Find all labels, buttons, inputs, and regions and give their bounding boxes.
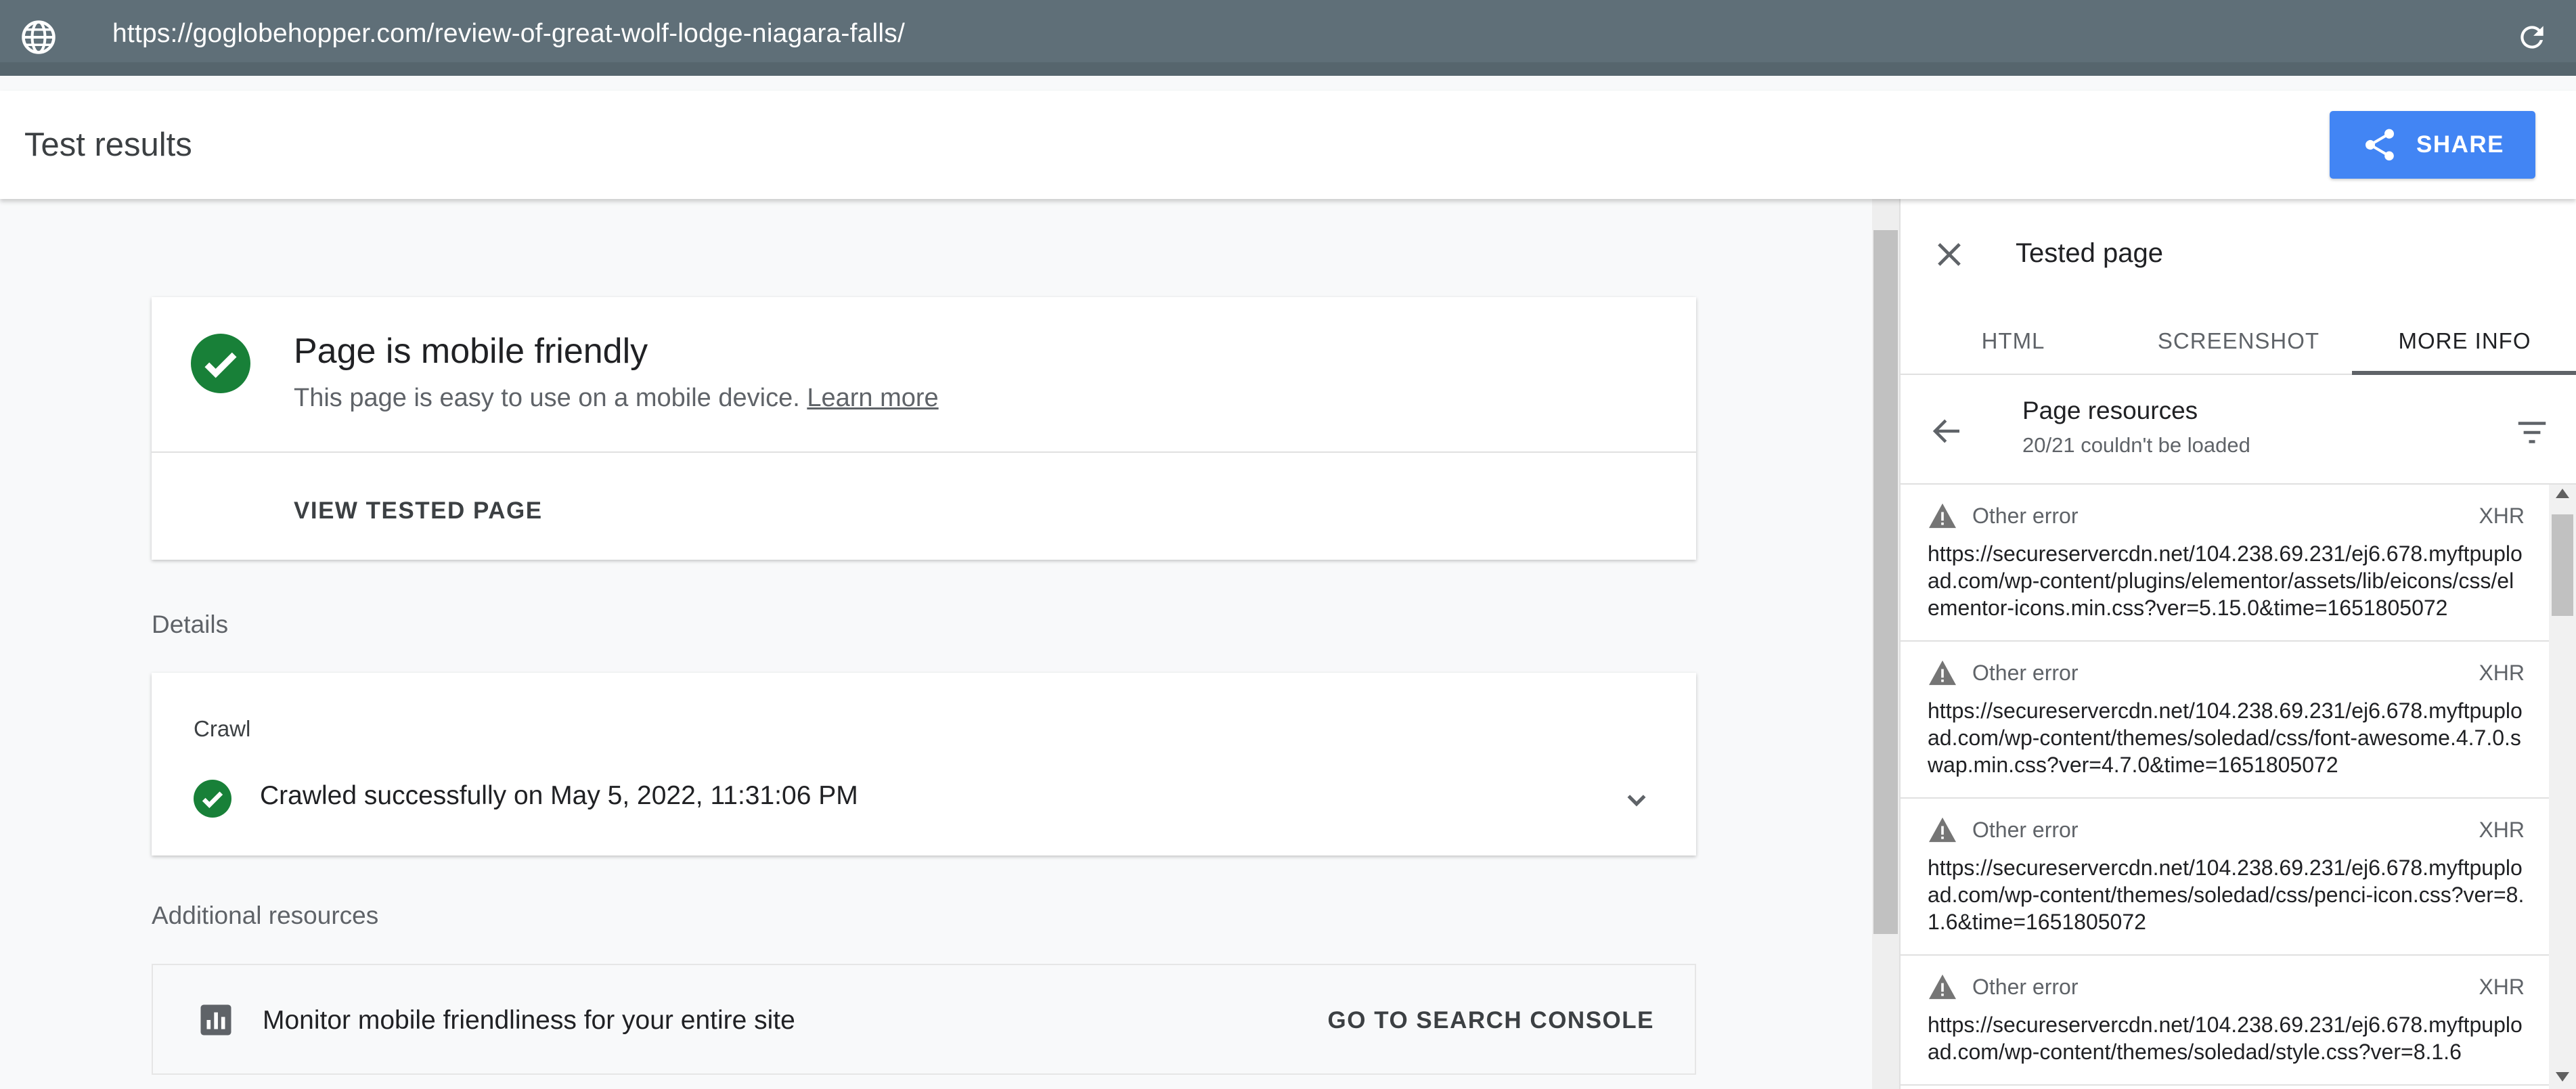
address-bar: https://goglobehopper.com/review-of-grea… bbox=[0, 0, 2576, 76]
resource-type: XHR bbox=[2479, 817, 2525, 842]
main-scrollbar-thumb[interactable] bbox=[1873, 230, 1898, 934]
additional-resources-label: Additional resources bbox=[152, 902, 379, 929]
warning-icon bbox=[1929, 660, 1956, 686]
share-label: SHARE bbox=[2416, 131, 2505, 158]
results-header: Test results SHARE bbox=[0, 91, 2576, 199]
page-resources-count: 20/21 couldn't be loaded bbox=[2022, 433, 2250, 457]
reload-icon[interactable] bbox=[2515, 20, 2549, 54]
result-description: This page is easy to use on a mobile dev… bbox=[294, 384, 939, 413]
page-resources-title: Page resources bbox=[2022, 397, 2198, 424]
tab-screenshot[interactable]: SCREENSHOT bbox=[2126, 307, 2351, 375]
panel-scrollbar-thumb[interactable] bbox=[2552, 514, 2573, 616]
resource-url: https://secureservercdn.net/104.238.69.2… bbox=[1928, 1013, 2523, 1064]
filter-icon[interactable] bbox=[2514, 414, 2550, 451]
main-content: Page is mobile friendly This page is eas… bbox=[0, 199, 1872, 1089]
scroll-down-arrow-icon[interactable] bbox=[2556, 1072, 2569, 1082]
share-button[interactable]: SHARE bbox=[2330, 111, 2535, 179]
tab-html[interactable]: HTML bbox=[1901, 307, 2126, 375]
error-type: Other error bbox=[1972, 974, 2079, 999]
view-tested-page-button[interactable]: VIEW TESTED PAGE bbox=[294, 497, 543, 525]
details-label: Details bbox=[152, 610, 229, 638]
url-text[interactable]: https://goglobehopper.com/review-of-grea… bbox=[112, 19, 905, 49]
check-circle-icon bbox=[194, 780, 231, 818]
share-icon bbox=[2365, 129, 2394, 161]
resource-type: XHR bbox=[2479, 974, 2525, 999]
result-description-text: This page is easy to use on a mobile dev… bbox=[294, 384, 800, 412]
list-item[interactable]: Other error XHR https://secureservercdn.… bbox=[1901, 956, 2552, 1086]
arrow-back-icon[interactable] bbox=[1929, 413, 1966, 449]
active-tab-indicator bbox=[2352, 371, 2576, 375]
crawl-status: Crawled successfully on May 5, 2022, 11:… bbox=[260, 781, 858, 810]
globe-icon bbox=[22, 20, 55, 54]
scroll-up-arrow-icon[interactable] bbox=[2556, 489, 2569, 498]
resource-url: https://secureservercdn.net/104.238.69.2… bbox=[1928, 698, 2523, 777]
crawl-label: Crawl bbox=[194, 716, 251, 741]
go-to-search-console-button[interactable]: GO TO SEARCH CONSOLE bbox=[1328, 1007, 1654, 1034]
mobile-friendly-card: Page is mobile friendly This page is eas… bbox=[152, 297, 1696, 560]
list-item[interactable]: Other error XHR https://secureservercdn.… bbox=[1901, 799, 2552, 956]
resource-type: XHR bbox=[2479, 660, 2525, 685]
error-type: Other error bbox=[1972, 660, 2079, 685]
tab-more-info[interactable]: MORE INFO bbox=[2352, 307, 2576, 375]
error-type: Other error bbox=[1972, 503, 2079, 528]
list-item[interactable]: Other error XHR https://secureservercdn.… bbox=[1901, 642, 2552, 799]
resource-url: https://secureservercdn.net/104.238.69.2… bbox=[1928, 541, 2523, 620]
list-item[interactable]: Other error XHR https://secureservercdn.… bbox=[1901, 485, 2552, 642]
learn-more-link[interactable]: Learn more bbox=[807, 384, 938, 412]
panel-tabs: HTML SCREENSHOT MORE INFO bbox=[1901, 307, 2576, 375]
resource-list: Other error XHR https://secureservercdn.… bbox=[1901, 485, 2552, 1089]
card-divider bbox=[152, 451, 1696, 453]
crawl-card[interactable]: Crawl Crawled successfully on May 5, 202… bbox=[152, 673, 1696, 855]
chevron-down-icon[interactable] bbox=[1618, 781, 1656, 819]
close-icon[interactable] bbox=[1932, 237, 1967, 272]
result-heading: Page is mobile friendly bbox=[294, 332, 648, 371]
tested-page-panel: Tested page HTML SCREENSHOT MORE INFO Pa… bbox=[1899, 199, 2576, 1089]
error-type: Other error bbox=[1972, 817, 2079, 842]
page-title: Test results bbox=[24, 127, 192, 163]
monitor-card: Monitor mobile friendliness for your ent… bbox=[152, 964, 1696, 1075]
warning-icon bbox=[1929, 503, 1956, 529]
resource-type: XHR bbox=[2479, 503, 2525, 528]
panel-title: Tested page bbox=[2016, 238, 2163, 268]
bar-chart-icon bbox=[200, 1004, 231, 1036]
warning-icon bbox=[1929, 974, 1956, 1000]
monitor-text: Monitor mobile friendliness for your ent… bbox=[263, 1006, 795, 1035]
loading-bar bbox=[0, 62, 2576, 76]
check-circle-icon bbox=[191, 334, 250, 393]
warning-icon bbox=[1929, 817, 1956, 843]
resource-url: https://secureservercdn.net/104.238.69.2… bbox=[1928, 855, 2525, 934]
page-resources-header: Page resources 20/21 couldn't be loaded bbox=[1901, 376, 2576, 485]
